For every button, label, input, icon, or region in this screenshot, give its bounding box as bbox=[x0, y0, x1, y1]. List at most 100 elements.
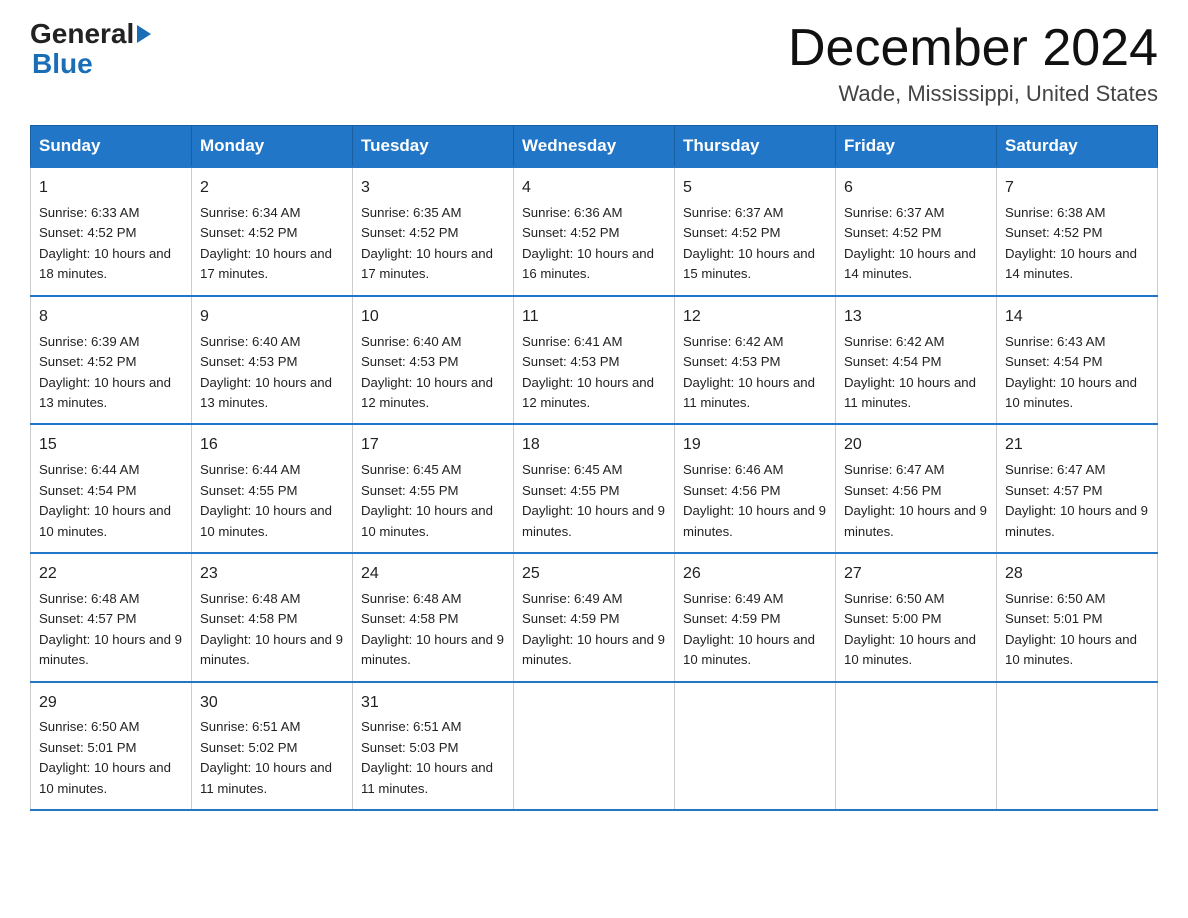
calendar-cell: 31Sunrise: 6:51 AMSunset: 5:03 PMDayligh… bbox=[353, 682, 514, 811]
day-number: 25 bbox=[522, 562, 666, 587]
day-number: 19 bbox=[683, 433, 827, 458]
col-header-thursday: Thursday bbox=[675, 126, 836, 168]
day-number: 4 bbox=[522, 176, 666, 201]
calendar-cell: 6Sunrise: 6:37 AMSunset: 4:52 PMDaylight… bbox=[836, 167, 997, 296]
calendar-week-row: 22Sunrise: 6:48 AMSunset: 4:57 PMDayligh… bbox=[31, 553, 1158, 682]
day-number: 22 bbox=[39, 562, 183, 587]
day-number: 9 bbox=[200, 305, 344, 330]
day-number: 27 bbox=[844, 562, 988, 587]
day-info: Sunrise: 6:47 AMSunset: 4:56 PMDaylight:… bbox=[844, 460, 988, 542]
day-number: 21 bbox=[1005, 433, 1149, 458]
calendar-cell: 3Sunrise: 6:35 AMSunset: 4:52 PMDaylight… bbox=[353, 167, 514, 296]
calendar-cell: 15Sunrise: 6:44 AMSunset: 4:54 PMDayligh… bbox=[31, 424, 192, 553]
calendar-cell: 10Sunrise: 6:40 AMSunset: 4:53 PMDayligh… bbox=[353, 296, 514, 425]
day-number: 26 bbox=[683, 562, 827, 587]
day-number: 15 bbox=[39, 433, 183, 458]
calendar-cell: 20Sunrise: 6:47 AMSunset: 4:56 PMDayligh… bbox=[836, 424, 997, 553]
calendar-table: SundayMondayTuesdayWednesdayThursdayFrid… bbox=[30, 125, 1158, 811]
calendar-cell: 22Sunrise: 6:48 AMSunset: 4:57 PMDayligh… bbox=[31, 553, 192, 682]
page-header: General Blue December 2024 Wade, Mississ… bbox=[30, 20, 1158, 107]
calendar-week-row: 8Sunrise: 6:39 AMSunset: 4:52 PMDaylight… bbox=[31, 296, 1158, 425]
day-info: Sunrise: 6:35 AMSunset: 4:52 PMDaylight:… bbox=[361, 203, 505, 285]
calendar-cell: 25Sunrise: 6:49 AMSunset: 4:59 PMDayligh… bbox=[514, 553, 675, 682]
day-number: 28 bbox=[1005, 562, 1149, 587]
calendar-cell: 28Sunrise: 6:50 AMSunset: 5:01 PMDayligh… bbox=[997, 553, 1158, 682]
logo-blue-text: Blue bbox=[32, 48, 93, 79]
calendar-cell: 2Sunrise: 6:34 AMSunset: 4:52 PMDaylight… bbox=[192, 167, 353, 296]
day-info: Sunrise: 6:36 AMSunset: 4:52 PMDaylight:… bbox=[522, 203, 666, 285]
col-header-wednesday: Wednesday bbox=[514, 126, 675, 168]
day-number: 13 bbox=[844, 305, 988, 330]
calendar-cell: 29Sunrise: 6:50 AMSunset: 5:01 PMDayligh… bbox=[31, 682, 192, 811]
day-number: 17 bbox=[361, 433, 505, 458]
day-info: Sunrise: 6:40 AMSunset: 4:53 PMDaylight:… bbox=[200, 332, 344, 414]
calendar-cell: 9Sunrise: 6:40 AMSunset: 4:53 PMDaylight… bbox=[192, 296, 353, 425]
day-number: 1 bbox=[39, 176, 183, 201]
col-header-tuesday: Tuesday bbox=[353, 126, 514, 168]
calendar-cell: 19Sunrise: 6:46 AMSunset: 4:56 PMDayligh… bbox=[675, 424, 836, 553]
calendar-cell: 23Sunrise: 6:48 AMSunset: 4:58 PMDayligh… bbox=[192, 553, 353, 682]
title-block: December 2024 Wade, Mississippi, United … bbox=[788, 20, 1158, 107]
day-info: Sunrise: 6:41 AMSunset: 4:53 PMDaylight:… bbox=[522, 332, 666, 414]
day-info: Sunrise: 6:44 AMSunset: 4:55 PMDaylight:… bbox=[200, 460, 344, 542]
day-number: 7 bbox=[1005, 176, 1149, 201]
day-info: Sunrise: 6:48 AMSunset: 4:57 PMDaylight:… bbox=[39, 589, 183, 671]
logo-arrow-icon bbox=[137, 25, 151, 43]
calendar-week-row: 1Sunrise: 6:33 AMSunset: 4:52 PMDaylight… bbox=[31, 167, 1158, 296]
day-info: Sunrise: 6:42 AMSunset: 4:53 PMDaylight:… bbox=[683, 332, 827, 414]
day-info: Sunrise: 6:50 AMSunset: 5:00 PMDaylight:… bbox=[844, 589, 988, 671]
day-info: Sunrise: 6:51 AMSunset: 5:03 PMDaylight:… bbox=[361, 717, 505, 799]
day-info: Sunrise: 6:49 AMSunset: 4:59 PMDaylight:… bbox=[522, 589, 666, 671]
day-number: 20 bbox=[844, 433, 988, 458]
day-info: Sunrise: 6:37 AMSunset: 4:52 PMDaylight:… bbox=[683, 203, 827, 285]
day-number: 18 bbox=[522, 433, 666, 458]
day-info: Sunrise: 6:44 AMSunset: 4:54 PMDaylight:… bbox=[39, 460, 183, 542]
calendar-cell: 27Sunrise: 6:50 AMSunset: 5:00 PMDayligh… bbox=[836, 553, 997, 682]
calendar-header-row: SundayMondayTuesdayWednesdayThursdayFrid… bbox=[31, 126, 1158, 168]
logo-general-text: General bbox=[30, 20, 134, 48]
calendar-cell: 16Sunrise: 6:44 AMSunset: 4:55 PMDayligh… bbox=[192, 424, 353, 553]
calendar-cell: 1Sunrise: 6:33 AMSunset: 4:52 PMDaylight… bbox=[31, 167, 192, 296]
day-number: 31 bbox=[361, 691, 505, 716]
day-info: Sunrise: 6:39 AMSunset: 4:52 PMDaylight:… bbox=[39, 332, 183, 414]
day-info: Sunrise: 6:48 AMSunset: 4:58 PMDaylight:… bbox=[200, 589, 344, 671]
day-number: 14 bbox=[1005, 305, 1149, 330]
day-info: Sunrise: 6:37 AMSunset: 4:52 PMDaylight:… bbox=[844, 203, 988, 285]
day-info: Sunrise: 6:45 AMSunset: 4:55 PMDaylight:… bbox=[522, 460, 666, 542]
calendar-cell: 14Sunrise: 6:43 AMSunset: 4:54 PMDayligh… bbox=[997, 296, 1158, 425]
day-info: Sunrise: 6:40 AMSunset: 4:53 PMDaylight:… bbox=[361, 332, 505, 414]
day-number: 24 bbox=[361, 562, 505, 587]
day-info: Sunrise: 6:43 AMSunset: 4:54 PMDaylight:… bbox=[1005, 332, 1149, 414]
calendar-cell: 5Sunrise: 6:37 AMSunset: 4:52 PMDaylight… bbox=[675, 167, 836, 296]
day-number: 12 bbox=[683, 305, 827, 330]
day-info: Sunrise: 6:48 AMSunset: 4:58 PMDaylight:… bbox=[361, 589, 505, 671]
day-info: Sunrise: 6:51 AMSunset: 5:02 PMDaylight:… bbox=[200, 717, 344, 799]
calendar-cell: 24Sunrise: 6:48 AMSunset: 4:58 PMDayligh… bbox=[353, 553, 514, 682]
calendar-week-row: 29Sunrise: 6:50 AMSunset: 5:01 PMDayligh… bbox=[31, 682, 1158, 811]
day-number: 23 bbox=[200, 562, 344, 587]
day-info: Sunrise: 6:45 AMSunset: 4:55 PMDaylight:… bbox=[361, 460, 505, 542]
day-info: Sunrise: 6:34 AMSunset: 4:52 PMDaylight:… bbox=[200, 203, 344, 285]
calendar-cell bbox=[997, 682, 1158, 811]
day-number: 30 bbox=[200, 691, 344, 716]
day-number: 8 bbox=[39, 305, 183, 330]
month-title: December 2024 bbox=[788, 20, 1158, 77]
day-number: 6 bbox=[844, 176, 988, 201]
day-number: 5 bbox=[683, 176, 827, 201]
calendar-cell bbox=[514, 682, 675, 811]
day-info: Sunrise: 6:42 AMSunset: 4:54 PMDaylight:… bbox=[844, 332, 988, 414]
location-label: Wade, Mississippi, United States bbox=[788, 81, 1158, 107]
day-info: Sunrise: 6:38 AMSunset: 4:52 PMDaylight:… bbox=[1005, 203, 1149, 285]
day-number: 2 bbox=[200, 176, 344, 201]
day-number: 29 bbox=[39, 691, 183, 716]
calendar-cell: 30Sunrise: 6:51 AMSunset: 5:02 PMDayligh… bbox=[192, 682, 353, 811]
calendar-cell bbox=[675, 682, 836, 811]
day-number: 16 bbox=[200, 433, 344, 458]
col-header-saturday: Saturday bbox=[997, 126, 1158, 168]
logo: General Blue bbox=[30, 20, 152, 80]
day-info: Sunrise: 6:50 AMSunset: 5:01 PMDaylight:… bbox=[39, 717, 183, 799]
col-header-sunday: Sunday bbox=[31, 126, 192, 168]
day-number: 10 bbox=[361, 305, 505, 330]
calendar-cell: 11Sunrise: 6:41 AMSunset: 4:53 PMDayligh… bbox=[514, 296, 675, 425]
day-info: Sunrise: 6:50 AMSunset: 5:01 PMDaylight:… bbox=[1005, 589, 1149, 671]
